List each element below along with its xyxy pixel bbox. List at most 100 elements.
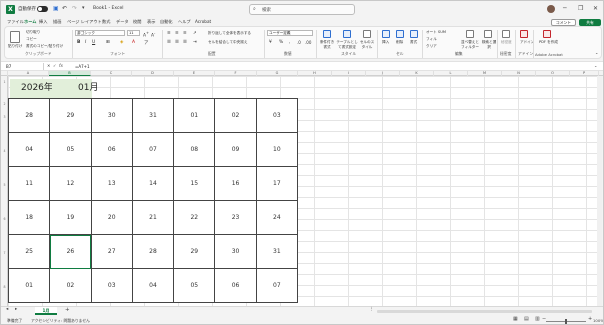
row-header[interactable]: 6 (1, 217, 8, 221)
calendar-cell[interactable]: 21 (131, 200, 175, 235)
tab-file[interactable]: ファイル (7, 19, 24, 25)
calendar-cell[interactable]: 30 (90, 98, 133, 133)
more-options-icon[interactable]: ⋮ (369, 307, 374, 313)
confirm-entry-icon[interactable]: ✓ (53, 64, 56, 68)
customize-toolbar-icon[interactable]: ▾ (82, 6, 85, 11)
bold-icon[interactable]: B (77, 40, 80, 45)
calendar-cell[interactable]: 31 (131, 98, 175, 133)
align-right-icon[interactable]: ☰ (183, 40, 187, 45)
align-center-icon[interactable]: ☰ (175, 40, 179, 45)
horizontal-scrollbar[interactable] (377, 310, 592, 313)
format-painter-button[interactable]: 書式のコピー/貼り付け (26, 44, 63, 49)
calendar-cell[interactable]: 29 (49, 98, 92, 133)
tab-data[interactable]: データ (116, 19, 129, 25)
conditional-format-icon[interactable] (323, 30, 331, 38)
sort-filter-icon[interactable] (466, 30, 474, 38)
cut-button[interactable]: 切り取り (26, 30, 40, 35)
add-sheet-button[interactable]: + (65, 307, 70, 314)
find-select-icon[interactable] (484, 30, 492, 38)
insert-cells-icon[interactable] (382, 30, 390, 38)
tab-home[interactable]: ホーム (24, 19, 37, 27)
tab-page-layout[interactable]: ページ レイアウト (67, 19, 102, 25)
fill-color-icon[interactable]: ◈ (120, 40, 123, 45)
row-header[interactable]: 3 (1, 115, 8, 119)
cell-styles-icon[interactable] (363, 30, 371, 38)
calendar-cell[interactable]: 23 (214, 200, 257, 235)
zoom-slider-handle[interactable] (565, 319, 567, 324)
tab-formulas[interactable]: 数式 (102, 19, 110, 25)
align-left-icon[interactable]: ☰ (167, 40, 171, 45)
selected-cell[interactable]: 26 (49, 234, 92, 269)
vertical-scrollbar[interactable] (597, 76, 602, 306)
calendar-cell[interactable]: 29 (173, 234, 216, 269)
calendar-cell[interactable]: 15 (173, 166, 216, 201)
cancel-entry-icon[interactable]: ✕ (47, 64, 50, 68)
insert-function-icon[interactable]: fx (59, 63, 63, 68)
row-header[interactable]: 7 (1, 251, 8, 255)
number-format-select[interactable]: ユーザー定義 (267, 30, 313, 36)
accessibility-status[interactable]: アクセシビリティ: 問題ありません (31, 318, 90, 324)
shrink-font-icon[interactable]: A- (151, 31, 155, 38)
align-bottom-icon[interactable]: ≡ (183, 31, 187, 36)
font-name-select[interactable]: 游ゴシック (75, 30, 125, 36)
calendar-cell[interactable]: 02 (49, 268, 92, 303)
wrap-text-button[interactable]: 折り返して全体を表示する (208, 31, 251, 36)
restore-icon[interactable]: ❐ (578, 6, 583, 12)
normal-view-icon[interactable]: ▦ (513, 317, 518, 322)
next-sheet-icon[interactable]: ▸ (15, 307, 17, 313)
format-as-table-icon[interactable] (343, 30, 351, 38)
italic-icon[interactable]: I (85, 40, 86, 45)
calendar-cell[interactable]: 07 (255, 268, 299, 303)
create-pdf-button[interactable]: PDF を作成 (539, 40, 558, 45)
calendar-cell[interactable]: 08 (173, 132, 216, 167)
calendar-cell[interactable]: 27 (90, 234, 133, 269)
insert-cells-button[interactable]: 挿入 (382, 40, 389, 45)
calendar-cell[interactable]: 05 (173, 268, 216, 303)
autosum-button[interactable]: オート SUM (426, 30, 446, 35)
autosave-toggle[interactable] (37, 6, 48, 12)
calendar-cell[interactable]: 16 (214, 166, 257, 201)
percent-icon[interactable]: % (279, 40, 283, 45)
avatar[interactable] (547, 5, 555, 13)
calendar-cell[interactable]: 13 (90, 166, 133, 201)
calendar-cell[interactable]: 30 (214, 234, 257, 269)
page-break-view-icon[interactable]: ▥ (535, 317, 540, 322)
format-cells-icon[interactable] (410, 30, 418, 38)
calendar-cell[interactable]: 22 (173, 200, 216, 235)
fill-button[interactable]: フィル (426, 37, 437, 42)
grow-font-icon[interactable]: A+ (143, 31, 149, 38)
calendar-cell[interactable]: 07 (131, 132, 175, 167)
decrease-decimal-icon[interactable]: .00 (305, 40, 311, 45)
tab-automate[interactable]: 自動化 (160, 19, 173, 25)
currency-icon[interactable]: ¥ (269, 40, 272, 45)
sheet-tab[interactable]: 1月 (35, 307, 57, 315)
paste-button[interactable]: 貼り付け (8, 44, 22, 49)
close-icon[interactable]: ✕ (593, 6, 598, 12)
row-header[interactable]: 5 (1, 183, 8, 187)
font-size-select[interactable]: 11 (127, 30, 140, 36)
underline-icon[interactable]: U (92, 40, 95, 45)
calendar-cell[interactable]: 01 (173, 98, 216, 133)
calendar-cell[interactable]: 06 (90, 132, 133, 167)
calendar-cell[interactable]: 17 (255, 166, 299, 201)
cell-styles-button[interactable]: セルのスタイル (359, 40, 375, 50)
calendar-cell[interactable]: 04 (7, 132, 51, 167)
name-box[interactable]: B7 (4, 63, 44, 70)
formula-input[interactable]: =A7+1 (75, 63, 90, 70)
row-header[interactable]: 1 (1, 80, 8, 84)
tab-review[interactable]: 校閲 (133, 19, 141, 25)
sensitivity-button[interactable]: 秘密度 (501, 40, 512, 45)
month-cell[interactable]: 01月 (52, 79, 98, 98)
zoom-level[interactable]: 100% (593, 318, 603, 323)
tab-draw[interactable]: 描画 (53, 19, 61, 25)
calendar-cell[interactable]: 04 (131, 268, 175, 303)
phonetic-icon[interactable]: ア (144, 40, 148, 46)
calendar-cell[interactable]: 06 (214, 268, 257, 303)
tab-help[interactable]: ヘルプ (178, 19, 191, 25)
row-header[interactable]: 4 (1, 149, 8, 153)
paste-icon[interactable] (10, 31, 20, 43)
align-middle-icon[interactable]: ≡ (175, 31, 179, 36)
calendar-cell[interactable]: 19 (49, 200, 92, 235)
comma-style-icon[interactable]: , (289, 40, 290, 45)
comments-button[interactable]: コメント (551, 19, 576, 26)
